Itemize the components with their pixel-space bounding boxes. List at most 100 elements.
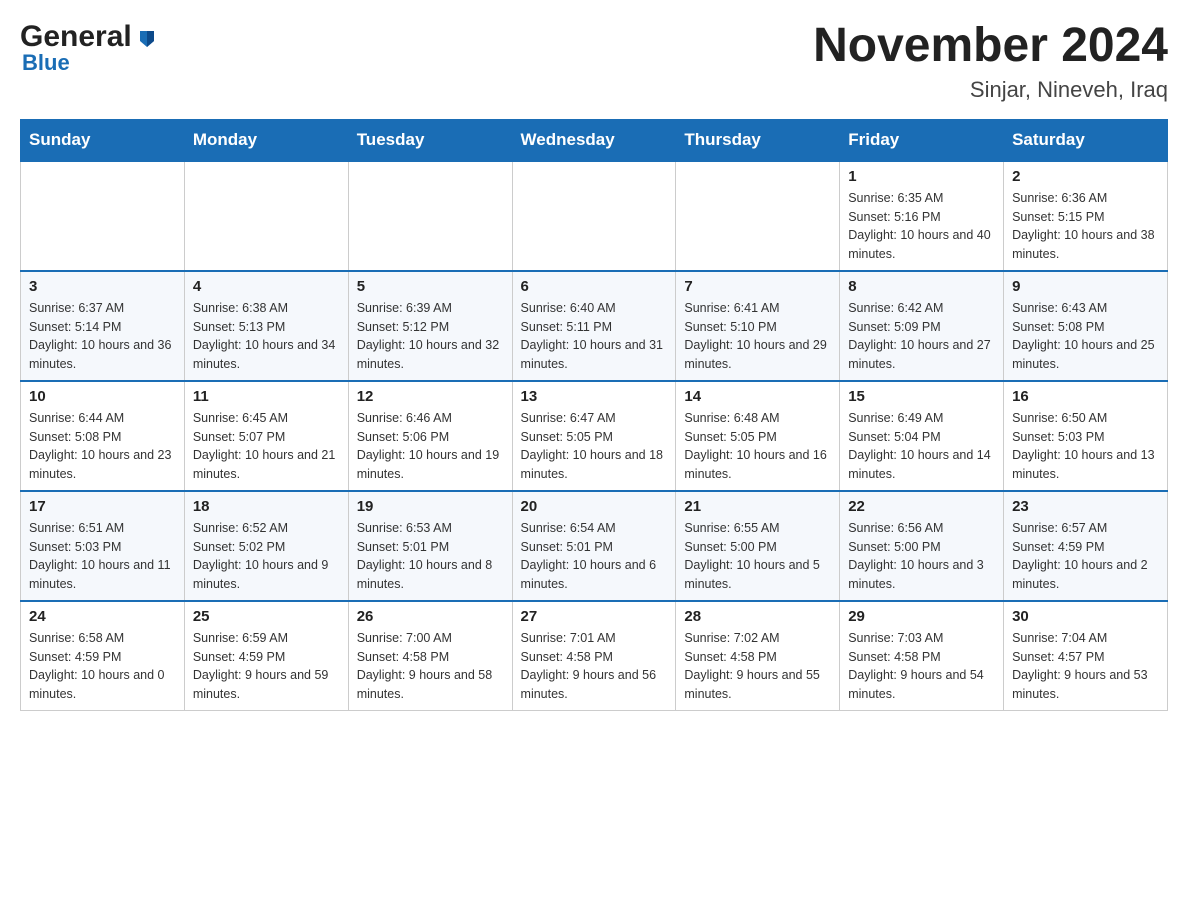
calendar-cell <box>512 161 676 271</box>
calendar-cell <box>348 161 512 271</box>
day-number: 1 <box>848 168 995 185</box>
day-info: Sunrise: 7:04 AM Sunset: 4:57 PM Dayligh… <box>1012 629 1159 704</box>
calendar-cell: 30 Sunrise: 7:04 AM Sunset: 4:57 PM Dayli… <box>1004 601 1168 711</box>
day-info: Sunrise: 6:52 AM Sunset: 5:02 PM Dayligh… <box>193 519 340 594</box>
day-number: 9 <box>1012 278 1159 295</box>
calendar-cell <box>676 161 840 271</box>
day-info: Sunrise: 6:44 AM Sunset: 5:08 PM Dayligh… <box>29 409 176 484</box>
day-number: 24 <box>29 608 176 625</box>
week-row-3: 10Sunrise: 6:44 AM Sunset: 5:08 PM Dayli… <box>21 381 1168 491</box>
calendar-cell: 29Sunrise: 7:03 AM Sunset: 4:58 PM Dayli… <box>840 601 1004 711</box>
calendar-cell: 25 Sunrise: 6:59 AM Sunset: 4:59 PM Dayli… <box>184 601 348 711</box>
day-header-monday: Monday <box>184 119 348 161</box>
logo: General Blue <box>20 20 158 76</box>
logo-general-line: General <box>20 20 158 54</box>
day-number: 15 <box>848 388 995 405</box>
day-info: Sunrise: 6:35 AM Sunset: 5:16 PM Dayligh… <box>848 189 995 264</box>
location: Sinjar, Nineveh, Iraq <box>813 77 1168 103</box>
day-number: 23 <box>1012 498 1159 515</box>
logo-arrow-icon <box>136 27 158 54</box>
day-number: 18 <box>193 498 340 515</box>
day-info: Sunrise: 6:47 AM Sunset: 5:05 PM Dayligh… <box>521 409 668 484</box>
day-number: 12 <box>357 388 504 405</box>
day-info: Sunrise: 6:57 AM Sunset: 4:59 PM Dayligh… <box>1012 519 1159 594</box>
day-info: Sunrise: 6:40 AM Sunset: 5:11 PM Dayligh… <box>521 299 668 374</box>
day-info: Sunrise: 6:55 AM Sunset: 5:00 PM Dayligh… <box>684 519 831 594</box>
day-number: 22 <box>848 498 995 515</box>
day-info: Sunrise: 6:45 AM Sunset: 5:07 PM Dayligh… <box>193 409 340 484</box>
calendar-cell: 2Sunrise: 6:36 AM Sunset: 5:15 PM Daylig… <box>1004 161 1168 271</box>
calendar-cell: 22 Sunrise: 6:56 AM Sunset: 5:00 PM Dayli… <box>840 491 1004 601</box>
title-area: November 2024 Sinjar, Nineveh, Iraq <box>813 20 1168 103</box>
day-number: 17 <box>29 498 176 515</box>
logo-blue-text: Blue <box>22 50 70 76</box>
day-info: Sunrise: 6:54 AM Sunset: 5:01 PM Dayligh… <box>521 519 668 594</box>
day-number: 11 <box>193 388 340 405</box>
day-info: Sunrise: 6:39 AM Sunset: 5:12 PM Dayligh… <box>357 299 504 374</box>
calendar-cell: 6 Sunrise: 6:40 AM Sunset: 5:11 PM Daylig… <box>512 271 676 381</box>
day-info: Sunrise: 6:58 AM Sunset: 4:59 PM Dayligh… <box>29 629 176 704</box>
day-info: Sunrise: 6:38 AM Sunset: 5:13 PM Dayligh… <box>193 299 340 374</box>
day-number: 30 <box>1012 608 1159 625</box>
day-info: Sunrise: 7:02 AM Sunset: 4:58 PM Dayligh… <box>684 629 831 704</box>
day-number: 25 <box>193 608 340 625</box>
day-number: 20 <box>521 498 668 515</box>
week-row-1: 1 Sunrise: 6:35 AM Sunset: 5:16 PM Daylig… <box>21 161 1168 271</box>
calendar-cell: 15Sunrise: 6:49 AM Sunset: 5:04 PM Dayli… <box>840 381 1004 491</box>
day-info: Sunrise: 6:42 AM Sunset: 5:09 PM Dayligh… <box>848 299 995 374</box>
day-info: Sunrise: 6:41 AM Sunset: 5:10 PM Dayligh… <box>684 299 831 374</box>
day-header-friday: Friday <box>840 119 1004 161</box>
calendar-cell: 13 Sunrise: 6:47 AM Sunset: 5:05 PM Dayli… <box>512 381 676 491</box>
calendar-cell: 20 Sunrise: 6:54 AM Sunset: 5:01 PM Dayli… <box>512 491 676 601</box>
week-row-5: 24 Sunrise: 6:58 AM Sunset: 4:59 PM Dayli… <box>21 601 1168 711</box>
calendar-cell: 3 Sunrise: 6:37 AM Sunset: 5:14 PM Daylig… <box>21 271 185 381</box>
day-number: 16 <box>1012 388 1159 405</box>
day-number: 19 <box>357 498 504 515</box>
day-header-wednesday: Wednesday <box>512 119 676 161</box>
calendar-cell: 16 Sunrise: 6:50 AM Sunset: 5:03 PM Dayli… <box>1004 381 1168 491</box>
day-number: 2 <box>1012 168 1159 185</box>
day-info: Sunrise: 6:37 AM Sunset: 5:14 PM Dayligh… <box>29 299 176 374</box>
calendar-cell: 8 Sunrise: 6:42 AM Sunset: 5:09 PM Daylig… <box>840 271 1004 381</box>
day-number: 4 <box>193 278 340 295</box>
logo-general-text: General <box>20 20 132 54</box>
day-info: Sunrise: 6:43 AM Sunset: 5:08 PM Dayligh… <box>1012 299 1159 374</box>
day-info: Sunrise: 6:46 AM Sunset: 5:06 PM Dayligh… <box>357 409 504 484</box>
day-number: 3 <box>29 278 176 295</box>
calendar-cell <box>21 161 185 271</box>
day-info: Sunrise: 6:48 AM Sunset: 5:05 PM Dayligh… <box>684 409 831 484</box>
week-row-2: 3 Sunrise: 6:37 AM Sunset: 5:14 PM Daylig… <box>21 271 1168 381</box>
calendar-cell: 7Sunrise: 6:41 AM Sunset: 5:10 PM Daylig… <box>676 271 840 381</box>
calendar-cell: 14 Sunrise: 6:48 AM Sunset: 5:05 PM Dayli… <box>676 381 840 491</box>
day-number: 8 <box>848 278 995 295</box>
day-info: Sunrise: 6:51 AM Sunset: 5:03 PM Dayligh… <box>29 519 176 594</box>
day-header-saturday: Saturday <box>1004 119 1168 161</box>
day-header-sunday: Sunday <box>21 119 185 161</box>
days-of-week-row: SundayMondayTuesdayWednesdayThursdayFrid… <box>21 119 1168 161</box>
calendar-cell: 1 Sunrise: 6:35 AM Sunset: 5:16 PM Daylig… <box>840 161 1004 271</box>
calendar-cell: 21 Sunrise: 6:55 AM Sunset: 5:00 PM Dayli… <box>676 491 840 601</box>
calendar-cell: 24 Sunrise: 6:58 AM Sunset: 4:59 PM Dayli… <box>21 601 185 711</box>
day-info: Sunrise: 7:00 AM Sunset: 4:58 PM Dayligh… <box>357 629 504 704</box>
day-number: 28 <box>684 608 831 625</box>
day-number: 27 <box>521 608 668 625</box>
day-info: Sunrise: 7:01 AM Sunset: 4:58 PM Dayligh… <box>521 629 668 704</box>
day-number: 13 <box>521 388 668 405</box>
calendar-cell: 27 Sunrise: 7:01 AM Sunset: 4:58 PM Dayli… <box>512 601 676 711</box>
day-header-tuesday: Tuesday <box>348 119 512 161</box>
day-number: 6 <box>521 278 668 295</box>
day-number: 21 <box>684 498 831 515</box>
calendar-cell: 12 Sunrise: 6:46 AM Sunset: 5:06 PM Dayli… <box>348 381 512 491</box>
week-row-4: 17 Sunrise: 6:51 AM Sunset: 5:03 PM Dayli… <box>21 491 1168 601</box>
calendar-cell: 9 Sunrise: 6:43 AM Sunset: 5:08 PM Daylig… <box>1004 271 1168 381</box>
day-info: Sunrise: 6:59 AM Sunset: 4:59 PM Dayligh… <box>193 629 340 704</box>
calendar-cell: 4 Sunrise: 6:38 AM Sunset: 5:13 PM Daylig… <box>184 271 348 381</box>
calendar-cell: 18 Sunrise: 6:52 AM Sunset: 5:02 PM Dayli… <box>184 491 348 601</box>
day-header-thursday: Thursday <box>676 119 840 161</box>
calendar: SundayMondayTuesdayWednesdayThursdayFrid… <box>20 119 1168 711</box>
day-number: 14 <box>684 388 831 405</box>
day-info: Sunrise: 6:56 AM Sunset: 5:00 PM Dayligh… <box>848 519 995 594</box>
day-info: Sunrise: 6:50 AM Sunset: 5:03 PM Dayligh… <box>1012 409 1159 484</box>
calendar-cell: 11 Sunrise: 6:45 AM Sunset: 5:07 PM Dayli… <box>184 381 348 491</box>
calendar-cell: 28 Sunrise: 7:02 AM Sunset: 4:58 PM Dayli… <box>676 601 840 711</box>
